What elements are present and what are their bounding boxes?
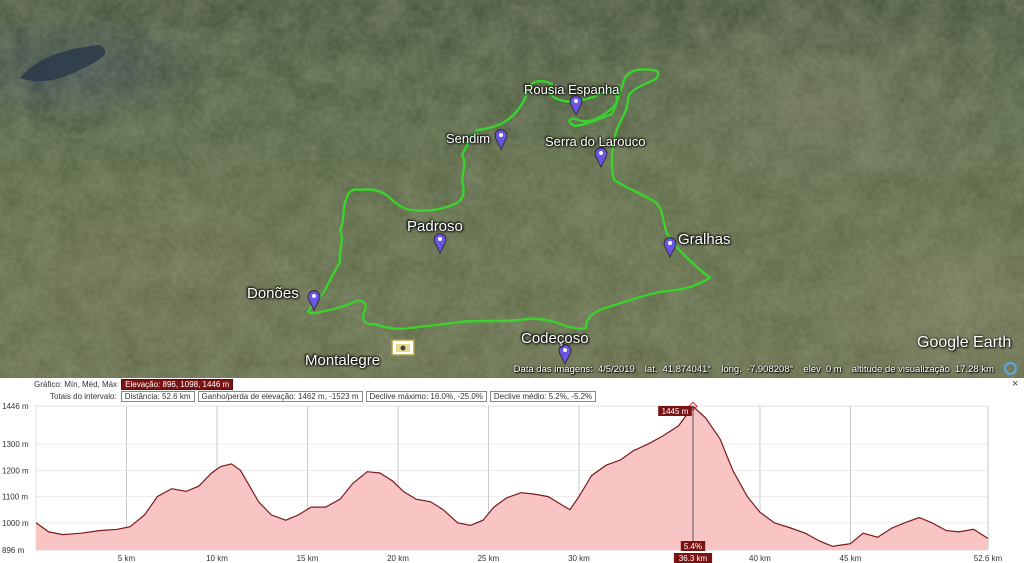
x-tick-label: 40 km <box>749 554 771 563</box>
cursor-slope-label: 5.4% <box>684 542 702 551</box>
imagery-date-label: Data das imagens: <box>513 363 593 375</box>
range-totals-row: Totais do intervalo: Distância: 52.6 km … <box>50 390 599 402</box>
longitude-group: long. -7.908208° <box>721 364 793 375</box>
latitude-group: lat. 41.874041° <box>645 364 711 375</box>
avg-slope-stat: Declive médio: 5.2%, -5.2% <box>489 390 597 402</box>
place-label-codecoso: Codeçoso <box>521 330 589 347</box>
place-label-donoes: Donões <box>247 285 299 302</box>
y-tick-label: 1300 m <box>2 440 29 449</box>
x-tick-label: 5 km <box>118 554 136 563</box>
cursor-elevation-label: 1445 m <box>662 407 689 416</box>
place-label-gralhas: Gralhas <box>678 231 731 248</box>
status-bar: Data das imagens: 4/5/2019 lat. 41.87404… <box>0 360 1024 378</box>
x-tick-label: 15 km <box>297 554 319 563</box>
terrain-texture <box>0 0 1024 378</box>
x-axis-ticks: 5 km 10 km 15 km 20 km 25 km 30 km 40 km 45 km 5… <box>118 554 1003 563</box>
elevation-profile-panel: Gráfico: Mín, Méd, Máx Elevação: 896, 10… <box>0 378 1024 563</box>
placemark-sendim-icon[interactable] <box>494 128 508 150</box>
x-tick-label: 45 km <box>840 554 862 563</box>
google-earth-logo: Google Earth <box>917 334 1012 351</box>
elevation-group: elev 0 m <box>803 364 841 375</box>
elevation-chart[interactable]: 896 m 1000 m 1100 m 1200 m 1300 m 1446 m 5 km… <box>0 402 1024 563</box>
place-label-sendim: Sendim <box>446 131 491 146</box>
y-axis-ticks: 896 m 1000 m 1100 m 1200 m 1300 m 1446 m <box>2 402 29 555</box>
place-label-rousia-espanha: Rousia Espanha <box>524 82 620 97</box>
close-panel-button[interactable]: × <box>1012 379 1018 390</box>
x-tick-label: 25 km <box>478 554 500 563</box>
x-tick-label: 10 km <box>206 554 228 563</box>
placemark-padroso-icon[interactable] <box>433 232 447 254</box>
latitude-value: 41.874041° <box>662 363 712 375</box>
max-slope-stat: Declive máximo: 16.0%, -25.0% <box>365 390 487 402</box>
cursor-distance-label: 36.3 km <box>679 554 708 563</box>
placemark-rousia-espanha-icon[interactable] <box>569 94 583 116</box>
distance-stat: Distância: 52.6 km <box>120 390 195 402</box>
placemark-serra-do-larouco-icon[interactable] <box>594 146 608 168</box>
eye-altitude-label: altitude de visualização <box>851 363 950 375</box>
longitude-value: -7.908208° <box>746 363 794 375</box>
placemark-gralhas-icon[interactable] <box>663 236 677 258</box>
y-tick-label: 896 m <box>2 546 25 555</box>
x-tick-label: 20 km <box>387 554 409 563</box>
placemark-donoes-icon[interactable] <box>307 289 321 311</box>
graph-stats-row: Gráfico: Mín, Méd, Máx Elevação: 896, 10… <box>34 378 236 390</box>
elevation-stats-dropdown[interactable]: Elevação: 896, 1098, 1446 m <box>121 378 234 390</box>
x-tick-label: 52.6 km <box>974 554 1003 563</box>
eye-altitude-value: 17.28 km <box>954 363 994 375</box>
eye-altitude-group: altitude de visualização 17.28 km <box>852 364 994 375</box>
y-tick-label: 1446 m <box>2 402 29 411</box>
x-tick-label: 30 km <box>568 554 590 563</box>
range-totals-label: Totais do intervalo: <box>50 391 117 401</box>
graph-stats-label: Gráfico: Mín, Méd, Máx <box>34 379 118 389</box>
imagery-date-group: Data das imagens: 4/5/2019 <box>514 364 635 375</box>
y-tick-label: 1200 m <box>2 466 29 475</box>
elevation-label: elev <box>803 363 821 375</box>
place-label-padroso: Padroso <box>407 218 463 235</box>
elevation-gain-stat: Ganho/perda de elevação: 1462 m, -1523 m <box>197 390 363 402</box>
longitude-label: long. <box>721 363 742 375</box>
camera-icon[interactable] <box>391 339 415 356</box>
imagery-date-value: 4/5/2019 <box>597 363 635 375</box>
y-tick-label: 1000 m <box>2 519 29 528</box>
place-label-serra-do-larouco: Serra do Larouco <box>545 134 646 149</box>
globe-icon[interactable] <box>1004 362 1017 375</box>
latitude-label: lat. <box>644 363 658 375</box>
y-tick-label: 1100 m <box>2 493 28 502</box>
elevation-value: 0 m <box>825 363 842 375</box>
map-view[interactable]: Rousia Espanha Sendim Serra do Larouco P… <box>0 0 1024 378</box>
